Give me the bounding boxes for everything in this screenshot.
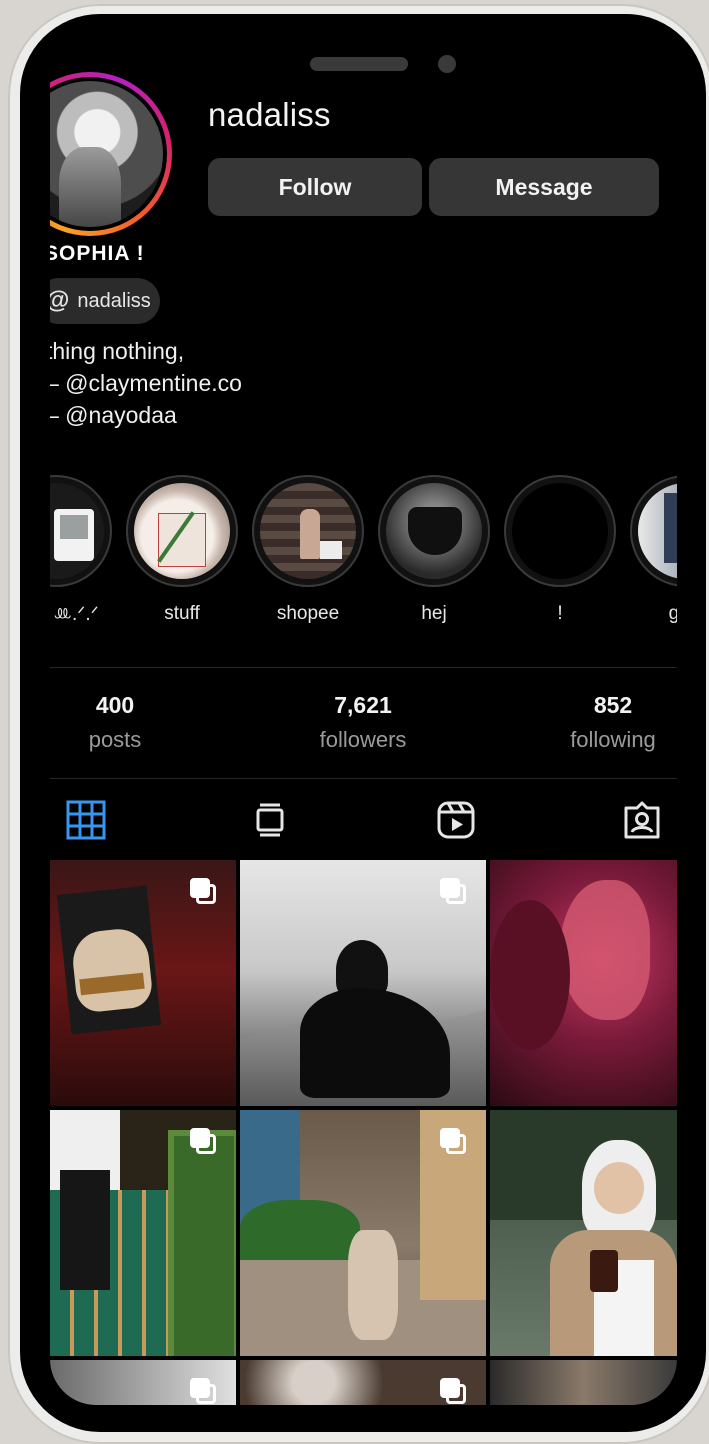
carousel-icon <box>440 1378 466 1404</box>
highlight-item[interactable]: hej <box>378 475 490 625</box>
highlight-item[interactable]: shopee <box>252 475 364 625</box>
highlight-label: shopee <box>276 603 340 624</box>
posts-label: posts <box>88 727 142 752</box>
post-thumbnail[interactable] <box>490 860 677 1106</box>
tagged-icon[interactable] <box>622 800 662 840</box>
phone-speaker <box>310 57 408 71</box>
highlight-label: stuff <box>164 603 200 624</box>
posts-count: 400 <box>95 692 135 718</box>
highlight-label: gi <box>668 603 677 624</box>
carousel-icon <box>190 878 216 904</box>
carousel-icon <box>190 1128 216 1154</box>
section-divider <box>50 778 677 779</box>
highlight-item[interactable]: ꔛ.ᐟ.ᐟ <box>50 475 112 626</box>
follow-button[interactable]: Follow <box>208 158 422 216</box>
post-thumbnail[interactable] <box>50 860 236 1106</box>
carousel-icon <box>440 878 466 904</box>
following-count: 852 <box>593 692 633 718</box>
highlight-label: hej <box>421 603 447 624</box>
feed-icon[interactable] <box>250 800 290 840</box>
stat-posts[interactable]: 400 posts <box>72 692 158 753</box>
highlight-item[interactable]: gi <box>630 475 677 625</box>
grid-icon[interactable] <box>66 800 106 840</box>
carousel-icon <box>190 1378 216 1404</box>
stat-followers[interactable]: 7,621 followers <box>298 692 428 753</box>
followers-count: 7,621 <box>334 692 392 718</box>
post-thumbnail[interactable] <box>50 1110 236 1356</box>
stat-following[interactable]: 852 following <box>550 692 676 753</box>
carousel-icon <box>440 1128 466 1154</box>
highlight-label: ꔛ.ᐟ.ᐟ <box>53 604 99 625</box>
highlight-item[interactable]: stuff <box>126 475 238 625</box>
instagram-profile-screen: nadaliss Follow Message SOPHIA ! @ nadal… <box>50 40 677 1405</box>
bio-mention[interactable]: – @nayodaa <box>50 402 177 429</box>
post-thumbnail[interactable] <box>490 1110 677 1356</box>
post-thumbnail[interactable] <box>50 1360 236 1405</box>
followers-label: followers <box>319 727 407 752</box>
display-name: SOPHIA ! <box>50 242 145 265</box>
front-camera <box>438 55 456 73</box>
following-label: following <box>570 727 656 752</box>
threads-handle: nadaliss <box>77 289 151 312</box>
reels-icon[interactable] <box>436 800 476 840</box>
post-thumbnail[interactable] <box>240 1360 486 1405</box>
profile-username: nadaliss <box>208 96 331 133</box>
threads-icon: @ <box>50 287 69 315</box>
post-thumbnail[interactable] <box>240 860 486 1106</box>
message-button[interactable]: Message <box>429 158 659 216</box>
highlight-label: ! <box>557 603 563 624</box>
story-ring[interactable] <box>50 72 172 236</box>
threads-badge[interactable]: @ nadaliss <box>50 278 160 324</box>
section-divider <box>50 667 677 668</box>
bio-mention[interactable]: – @claymentine.co <box>50 370 242 397</box>
bio-line: thing nothing, <box>50 338 185 364</box>
post-thumbnail[interactable] <box>490 1360 677 1405</box>
post-thumbnail[interactable] <box>240 1110 486 1356</box>
highlight-item[interactable]: ! <box>504 475 616 625</box>
